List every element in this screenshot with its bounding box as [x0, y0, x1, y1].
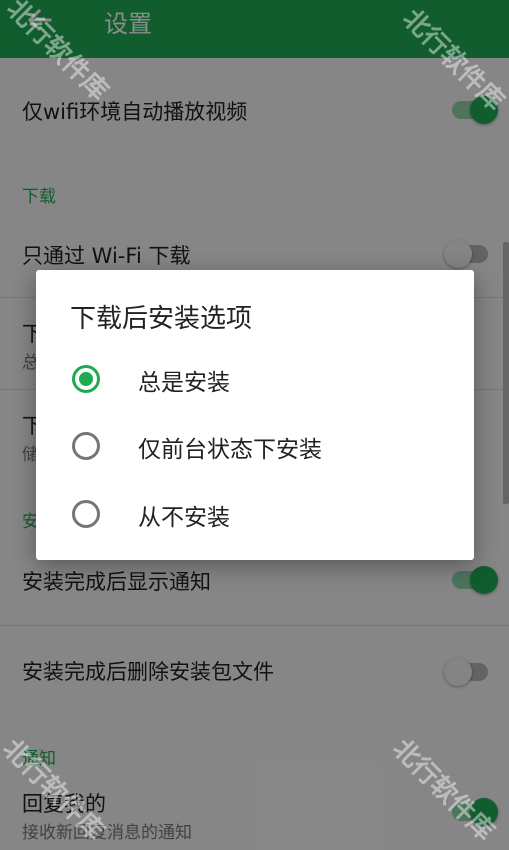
radio-button-checked[interactable] — [72, 365, 100, 393]
option-label: 仅前台状态下安装 — [138, 437, 322, 463]
option-never-install[interactable]: 从不安装 — [36, 485, 474, 545]
option-label: 从不安装 — [138, 505, 230, 531]
option-label: 总是安装 — [138, 370, 230, 396]
dialog-title: 下载后安装选项 — [70, 304, 253, 334]
install-options-dialog: 下载后安装选项 总是安装 仅前台状态下安装 从不安装 — [36, 270, 474, 560]
radio-button[interactable] — [72, 500, 100, 528]
option-foreground-install[interactable]: 仅前台状态下安装 — [36, 417, 474, 477]
option-always-install[interactable]: 总是安装 — [36, 350, 474, 410]
radio-button[interactable] — [72, 432, 100, 460]
